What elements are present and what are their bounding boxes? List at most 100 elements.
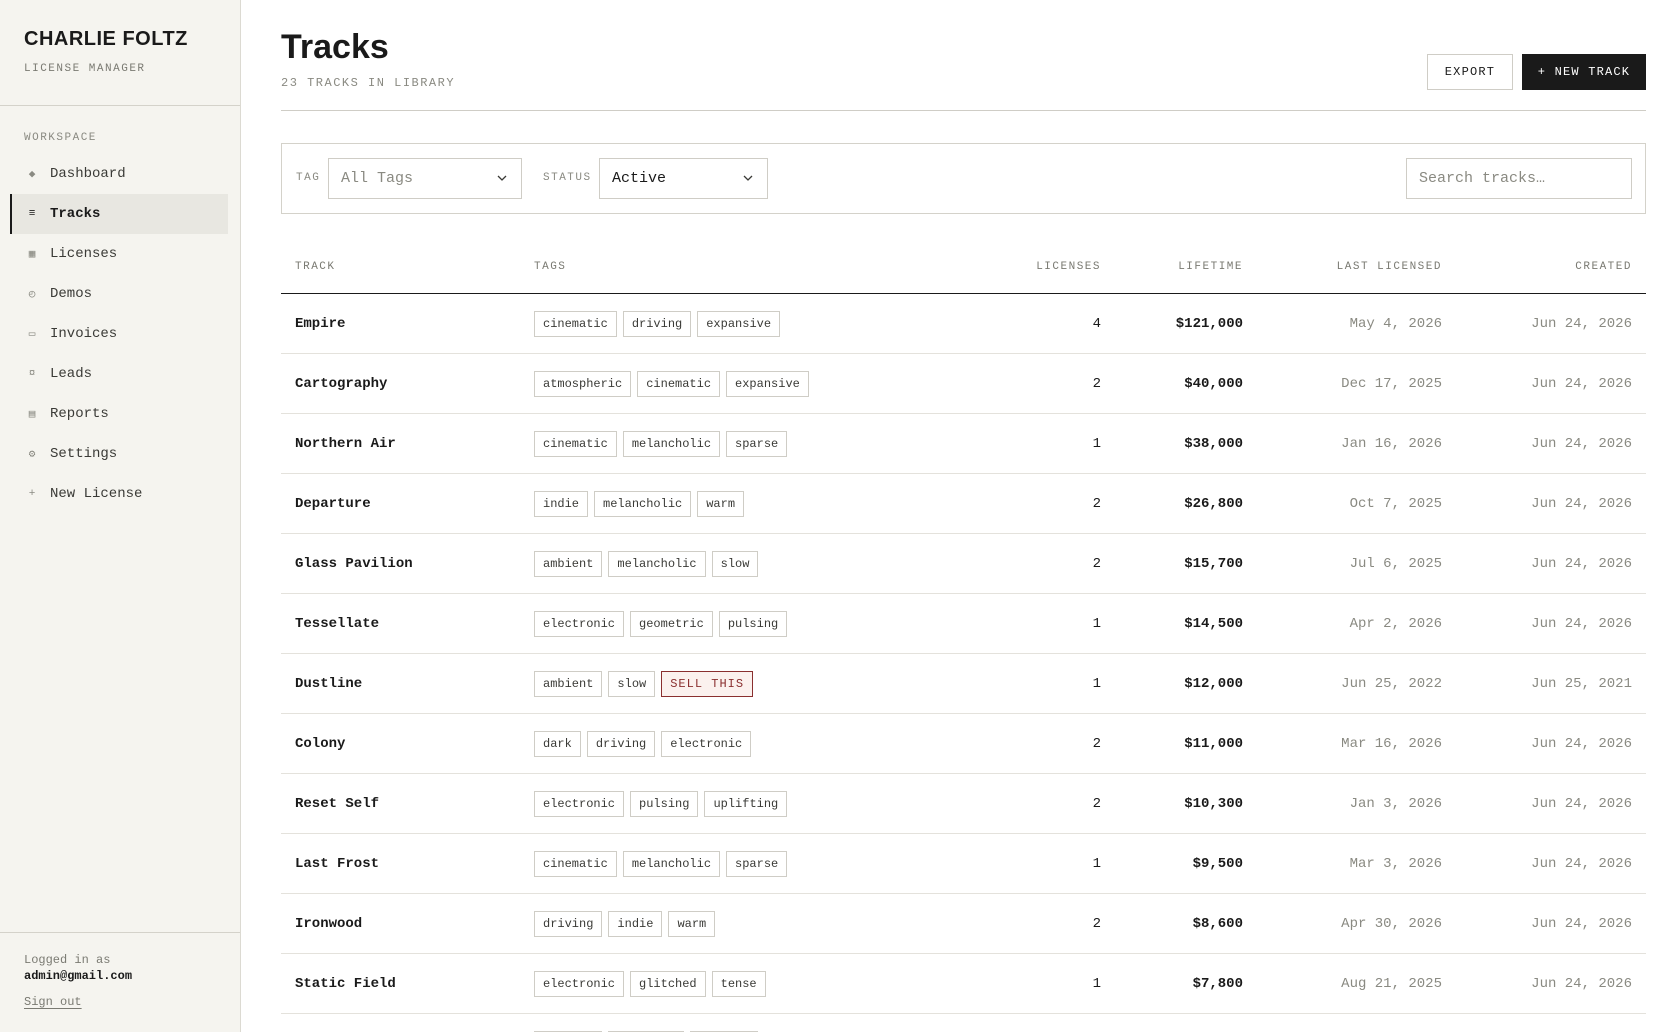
last-licensed-date: Jun 25, 2022 bbox=[1341, 675, 1442, 692]
track-tags: electronic pulsing uplifting bbox=[534, 774, 788, 833]
sidebar-item-new-license[interactable]: + New License bbox=[10, 474, 228, 514]
alert-tag[interactable]: SELL THIS bbox=[661, 670, 754, 697]
tag-chip[interactable]: indie bbox=[608, 910, 663, 937]
tag-chip[interactable]: electronic bbox=[534, 790, 625, 817]
license-count: 1 bbox=[1092, 675, 1101, 692]
tag-chip[interactable]: pulsing bbox=[630, 790, 699, 817]
table-row[interactable]: Ironwood driving indie warm 2 $8,600 Apr 30, 2… bbox=[281, 894, 1646, 954]
chevron-down-icon bbox=[497, 175, 507, 181]
tag-chip[interactable]: cinematic bbox=[534, 850, 617, 877]
column-header-licenses[interactable]: LICENSES bbox=[1036, 261, 1101, 273]
grid-icon: ▦ bbox=[28, 249, 36, 261]
track-tags: ambient slow SELL THIS bbox=[534, 654, 754, 713]
tag-chip[interactable]: geometric bbox=[630, 610, 713, 637]
tag-chip[interactable]: cinematic bbox=[637, 370, 721, 397]
column-header-lifetime[interactable]: LIFETIME bbox=[1178, 261, 1243, 273]
column-header-last-licensed[interactable]: LAST LICENSED bbox=[1337, 261, 1442, 273]
tag-chip[interactable]: expansive bbox=[726, 370, 809, 397]
sign-out-link[interactable]: Sign out bbox=[24, 995, 82, 1009]
table-row[interactable]: Glass Pavilion ambient melancholic slow 2 $15… bbox=[281, 534, 1646, 594]
sidebar-item-dashboard[interactable]: ◆ Dashboard bbox=[10, 154, 228, 194]
search-input[interactable] bbox=[1406, 158, 1632, 199]
column-header-created[interactable]: CREATED bbox=[1575, 261, 1632, 273]
table-row[interactable]: Slow Bloom ambientintimateorganic 2 $6,000 M… bbox=[281, 1014, 1646, 1032]
tag-chip[interactable]: cinematic bbox=[534, 430, 617, 457]
lifetime-revenue: $11,000 bbox=[1184, 735, 1243, 752]
track-name[interactable]: Empire bbox=[295, 294, 345, 353]
tag-chip[interactable]: melancholic bbox=[622, 430, 721, 457]
table-row[interactable]: Last Frost cinematic melancholic sparse 1 $9,… bbox=[281, 834, 1646, 894]
tag-chip[interactable]: driving bbox=[534, 910, 603, 937]
track-name[interactable]: Last Frost bbox=[295, 834, 379, 893]
tag-chip[interactable]: indie bbox=[534, 490, 589, 517]
track-name[interactable]: Dustline bbox=[295, 654, 362, 713]
table-row[interactable]: Departure indie melancholic warm 2 $26,800 Oct… bbox=[281, 474, 1646, 534]
sidebar-item-settings[interactable]: ⚙ Settings bbox=[10, 434, 228, 474]
lifetime-revenue: $26,800 bbox=[1184, 495, 1243, 512]
tag-chip[interactable]: atmospheric bbox=[534, 370, 632, 397]
tag-chip[interactable]: sparse bbox=[726, 430, 788, 457]
table-row[interactable]: Static Field electronic glitched tense 1 $7,8… bbox=[281, 954, 1646, 1014]
tag-chip[interactable]: expansive bbox=[697, 310, 781, 337]
table-row[interactable]: Dustline ambient slow SELL THIS 1 $12,000 Jun … bbox=[281, 654, 1646, 714]
tag-chip[interactable]: driving bbox=[586, 730, 656, 757]
sidebar-item-leads[interactable]: ¤ Leads bbox=[10, 354, 228, 394]
export-button[interactable]: EXPORT bbox=[1427, 54, 1513, 90]
new-track-button[interactable]: + NEW TRACK bbox=[1522, 54, 1646, 90]
tag-chip[interactable]: dark bbox=[534, 730, 581, 757]
column-header-track[interactable]: TRACK bbox=[295, 261, 336, 273]
tag-chip[interactable]: driving bbox=[622, 310, 692, 337]
sidebar-item-reports[interactable]: ▤ Reports bbox=[10, 394, 228, 434]
tag-chip[interactable]: electronic bbox=[534, 970, 625, 997]
tag-chip[interactable]: uplifting bbox=[704, 790, 788, 817]
tag-chip[interactable]: warm bbox=[668, 910, 716, 937]
sidebar-item-label: Settings bbox=[50, 446, 118, 462]
track-name[interactable]: Colony bbox=[295, 714, 345, 773]
column-header-tags[interactable]: TAGS bbox=[534, 261, 566, 273]
license-count: 1 bbox=[1092, 855, 1101, 872]
table-row[interactable]: Northern Air cinematic melancholic sparse 1 $… bbox=[281, 414, 1646, 474]
track-name[interactable]: Reset Self bbox=[295, 774, 379, 833]
tag-chip[interactable]: ambient bbox=[534, 550, 603, 577]
track-name[interactable]: Slow Bloom bbox=[295, 1014, 379, 1032]
tag-chip[interactable]: sparse bbox=[726, 850, 788, 877]
status-select[interactable]: Active bbox=[599, 158, 768, 199]
tag-chip[interactable]: slow bbox=[711, 550, 759, 577]
tag-select[interactable]: All Tags bbox=[328, 158, 522, 199]
tag-chip[interactable]: melancholic bbox=[608, 550, 706, 577]
track-name[interactable]: Departure bbox=[295, 474, 371, 533]
track-name[interactable]: Ironwood bbox=[295, 894, 362, 953]
tag-chip[interactable]: cinematic bbox=[534, 310, 617, 337]
table-row[interactable]: Cartography atmospheric cinematic expansive… bbox=[281, 354, 1646, 414]
sidebar-item-label: New License bbox=[50, 486, 143, 502]
track-name[interactable]: Static Field bbox=[295, 954, 396, 1013]
track-name[interactable]: Northern Air bbox=[295, 414, 396, 473]
brand: CHARLIE FOLTZ LICENSE MANAGER bbox=[0, 0, 240, 106]
tag-chip[interactable]: warm bbox=[697, 490, 745, 517]
lifetime-revenue: $7,800 bbox=[1192, 975, 1243, 992]
table-row[interactable]: Colony dark driving electronic 2 $11,000 Mar 1… bbox=[281, 714, 1646, 774]
track-name[interactable]: Cartography bbox=[295, 354, 387, 413]
created-date: Jun 24, 2026 bbox=[1531, 855, 1632, 872]
tag-chip[interactable]: melancholic bbox=[622, 850, 721, 877]
sidebar-item-tracks[interactable]: ≡ Tracks bbox=[10, 194, 228, 234]
track-name[interactable]: Tessellate bbox=[295, 594, 379, 653]
table-row[interactable]: Empire cinematic driving expansive 4 $121,000… bbox=[281, 294, 1646, 354]
track-name[interactable]: Glass Pavilion bbox=[295, 534, 413, 593]
tag-chip[interactable]: melancholic bbox=[594, 490, 692, 517]
tag-chip[interactable]: pulsing bbox=[718, 610, 788, 637]
tag-chip[interactable]: electronic bbox=[661, 730, 752, 757]
tag-chip[interactable]: electronic bbox=[534, 610, 625, 637]
sidebar-item-demos[interactable]: ◴ Demos bbox=[10, 274, 228, 314]
tag-chip[interactable]: tense bbox=[711, 970, 766, 997]
sidebar-item-licenses[interactable]: ▦ Licenses bbox=[10, 234, 228, 274]
table-row[interactable]: Tessellate electronic geometric pulsing 1 $14… bbox=[281, 594, 1646, 654]
tag-chip[interactable]: slow bbox=[608, 670, 656, 697]
last-licensed-date: Apr 30, 2026 bbox=[1341, 915, 1442, 932]
table-row[interactable]: Reset Self electronic pulsing uplifting 2 $10… bbox=[281, 774, 1646, 834]
tag-chip[interactable]: ambient bbox=[534, 670, 603, 697]
sidebar-item-invoices[interactable]: ▭ Invoices bbox=[10, 314, 228, 354]
nav-section-label: WORKSPACE bbox=[24, 132, 97, 144]
last-licensed-date: Jul 6, 2025 bbox=[1349, 555, 1442, 572]
tag-chip[interactable]: glitched bbox=[630, 970, 706, 997]
